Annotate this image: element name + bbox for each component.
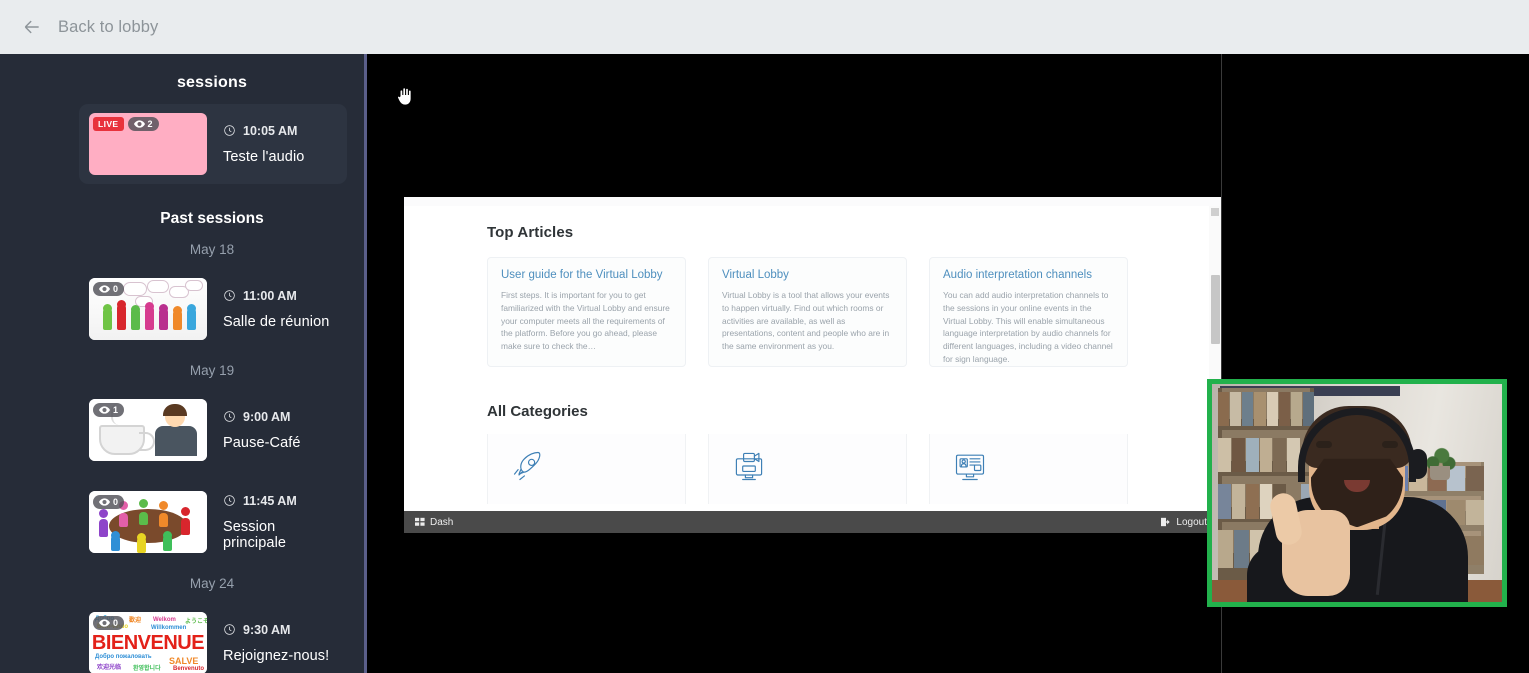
session-thumbnail: 1 (89, 399, 207, 461)
webcam-video-frame (1212, 384, 1502, 602)
articles-list: User guide for the Virtual Lobby First s… (487, 257, 1221, 367)
view-count-value: 2 (147, 119, 153, 129)
session-time: 10:05 AM (223, 124, 304, 138)
session-name: Rejoignez-nous! (223, 647, 330, 664)
session-time-value: 11:00 AM (243, 288, 297, 303)
eye-icon (99, 619, 110, 627)
dash-button[interactable]: Dash (415, 517, 453, 528)
session-card[interactable]: 0 11:00 AM Salle de réunion (79, 269, 347, 349)
scrollbar-up-arrow[interactable] (1211, 208, 1219, 216)
all-categories-heading: All Categories (487, 403, 588, 420)
view-count-badge: 0 (93, 616, 125, 630)
view-count-value: 0 (113, 497, 119, 507)
view-count-value: 0 (113, 284, 119, 294)
scrollbar-thumb[interactable] (1211, 275, 1220, 344)
top-articles-heading: Top Articles (487, 224, 574, 241)
article-body: First steps. It is important for you to … (501, 290, 670, 352)
sessions-panel-title: sessions (176, 74, 248, 91)
date-label: May 18 (189, 242, 235, 257)
category-card[interactable] (708, 434, 907, 504)
session-name: Session principale (223, 518, 287, 551)
session-card[interactable]: 1 9:00 AM Pause-Café (79, 390, 347, 470)
eye-icon (133, 120, 145, 128)
session-time-value: 11:45 AM (243, 493, 297, 508)
past-sessions-title: Past sessions (160, 210, 264, 227)
dash-label: Dash (430, 516, 454, 528)
session-time-value: 9:00 AM (243, 409, 291, 424)
session-card-live[interactable]: LIVE 2 10:05 AM Teste l'audio (79, 104, 347, 184)
clock-icon (224, 290, 235, 301)
virtual-lobby-screen: Back to lobby sessions LIVE 2 10:05 AM T… (0, 0, 1529, 673)
article-card[interactable]: Virtual Lobby Virtual Lobby is a tool th… (708, 257, 907, 367)
article-title[interactable]: Audio interpretation channels (943, 269, 1114, 281)
session-card[interactable]: 0 11:45 AM Session principale (79, 482, 347, 562)
category-card[interactable] (487, 434, 686, 504)
eye-icon (99, 406, 110, 414)
clock-icon (224, 125, 235, 136)
session-thumbnail: LIVE 2 (89, 113, 207, 175)
embedded-page-top-strip (404, 197, 1221, 206)
session-time: 9:30 AM (223, 623, 329, 637)
embedded-footer: Dash Logout (404, 511, 1221, 533)
monitor-video-icon (735, 452, 763, 481)
categories-list (487, 434, 1221, 504)
webcam-video-tile[interactable] (1207, 379, 1507, 607)
top-bar: Back to lobby (0, 0, 1529, 54)
clock-icon (224, 624, 235, 635)
article-title[interactable]: User guide for the Virtual Lobby (501, 269, 672, 281)
article-card[interactable]: User guide for the Virtual Lobby First s… (487, 257, 686, 367)
article-title[interactable]: Virtual Lobby (722, 269, 893, 281)
grab-hand-cursor-icon (396, 85, 416, 107)
clock-icon (224, 495, 235, 506)
session-thumbnail: Добро 歡迎 Welkom ようこそ Bem-vindo Willkomme… (89, 612, 207, 673)
live-badge: LIVE (93, 117, 124, 131)
session-thumbnail: 0 (89, 278, 207, 340)
view-count-badge: 0 (93, 495, 125, 509)
embedded-knowledge-page[interactable]: Top Articles User guide for the Virtual … (404, 197, 1221, 533)
logout-icon (1161, 517, 1171, 527)
clock-icon (224, 411, 235, 422)
rocket-icon (513, 451, 541, 481)
panel-divider (364, 54, 367, 673)
view-count-badge: 0 (93, 282, 125, 296)
logout-label: Logout (1176, 516, 1207, 528)
view-count-badge: 2 (127, 117, 159, 131)
category-card[interactable] (929, 434, 1128, 504)
article-body: You can add audio interpretation channel… (943, 290, 1113, 364)
back-to-lobby-button[interactable]: Back to lobby (58, 18, 158, 37)
session-time-value: 10:05 AM (243, 123, 298, 138)
view-count-value: 1 (113, 405, 119, 415)
session-name: Pause-Café (223, 434, 301, 451)
sessions-panel: sessions LIVE 2 10:05 AM Teste l'audio P… (0, 54, 367, 673)
session-time: 11:45 AM (223, 494, 337, 508)
view-count-value: 0 (113, 618, 119, 628)
grid-icon (415, 517, 425, 526)
arrow-left-icon[interactable] (17, 12, 47, 42)
session-name: Teste l'audio (223, 148, 305, 165)
logout-button[interactable]: Logout (1161, 517, 1207, 528)
session-time-value: 9:30 AM (243, 622, 291, 637)
view-count-badge: 1 (93, 403, 125, 417)
date-label: May 19 (189, 363, 235, 378)
eye-icon (99, 285, 110, 293)
article-body: Virtual Lobby is a tool that allows your… (722, 290, 890, 352)
bienvenue-text: BIENVENUE (91, 632, 205, 654)
session-thumbnail: 0 (89, 491, 207, 553)
sessions-scroll-area[interactable]: sessions LIVE 2 10:05 AM Teste l'audio P… (57, 54, 367, 673)
session-time: 9:00 AM (223, 410, 301, 424)
session-name: Salle de réunion (223, 313, 330, 330)
date-label: May 24 (189, 576, 235, 591)
monitor-profile-icon (955, 454, 985, 481)
eye-icon (99, 498, 110, 506)
article-card[interactable]: Audio interpretation channels You can ad… (929, 257, 1128, 367)
session-time: 11:00 AM (223, 289, 329, 303)
session-card[interactable]: Добро 歡迎 Welkom ようこそ Bem-vindo Willkomme… (79, 603, 347, 673)
